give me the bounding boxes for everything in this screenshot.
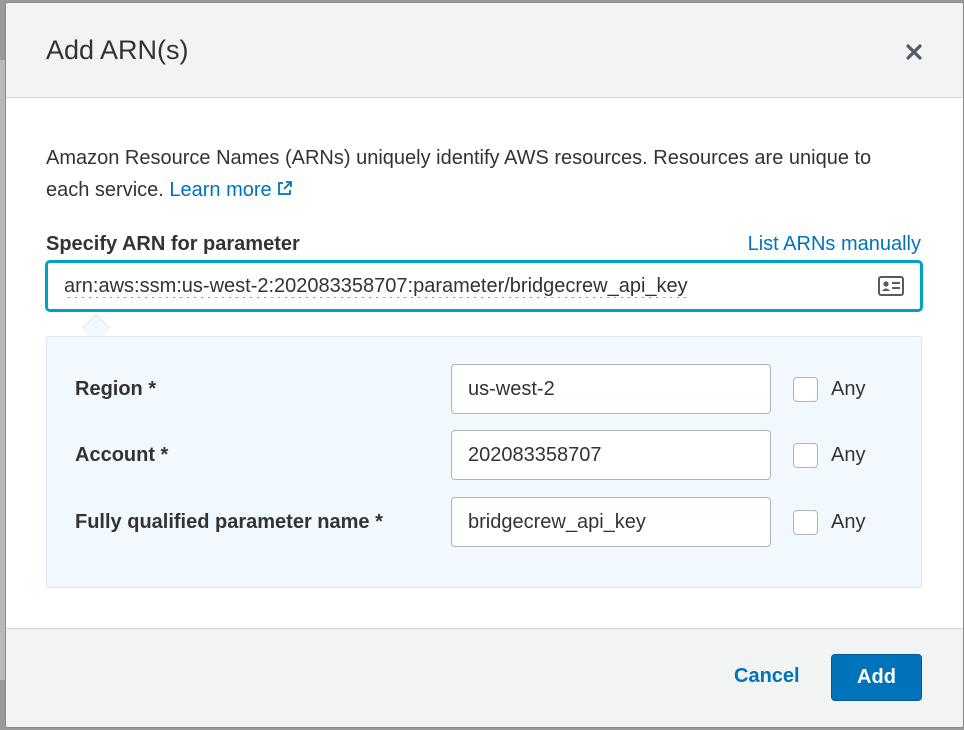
learn-more-link[interactable]: Learn more [169, 179, 292, 201]
region-any-checkbox[interactable] [793, 377, 818, 402]
parameter-name-label: Fully qualified parameter name * [75, 511, 383, 533]
cancel-button[interactable]: Cancel [724, 665, 810, 688]
description: Amazon Resource Names (ARNs) uniquely id… [46, 142, 906, 207]
parameter-name-any-label: Any [831, 511, 866, 533]
modal-title: Add ARN(s) [46, 35, 189, 65]
region-label: Region * [75, 378, 157, 400]
modal-footer: Cancel Add [6, 628, 963, 727]
account-row: Account * Any [47, 430, 921, 480]
external-link-icon [276, 175, 293, 207]
learn-more-label: Learn more [169, 179, 272, 201]
arn-input-container [46, 261, 922, 311]
region-input[interactable] [451, 364, 771, 414]
parameter-name-any-checkbox[interactable] [793, 510, 818, 535]
arn-input[interactable] [48, 263, 868, 309]
account-any-checkbox[interactable] [793, 443, 818, 468]
modal-header: Add ARN(s) [6, 3, 963, 98]
region-row: Region * Any [47, 364, 921, 414]
list-arns-manually-link[interactable]: List ARNs manually [748, 233, 921, 256]
id-card-icon[interactable] [878, 276, 904, 296]
close-icon[interactable] [901, 39, 927, 65]
arn-field-label: Specify ARN for parameter [46, 233, 300, 255]
region-any-label: Any [831, 378, 866, 400]
add-arn-modal: Add ARN(s) Amazon Resource Names (ARNs) … [5, 2, 964, 728]
account-input[interactable] [451, 430, 771, 480]
modal-body: Amazon Resource Names (ARNs) uniquely id… [6, 98, 963, 628]
parameter-name-input[interactable] [451, 497, 771, 547]
account-label: Account * [75, 444, 169, 466]
parameter-name-row: Fully qualified parameter name * Any [47, 497, 921, 547]
account-any-label: Any [831, 444, 866, 466]
arn-builder-panel: Region * Any Account * Any Fully qualifi… [46, 336, 922, 588]
add-button[interactable]: Add [831, 654, 922, 701]
